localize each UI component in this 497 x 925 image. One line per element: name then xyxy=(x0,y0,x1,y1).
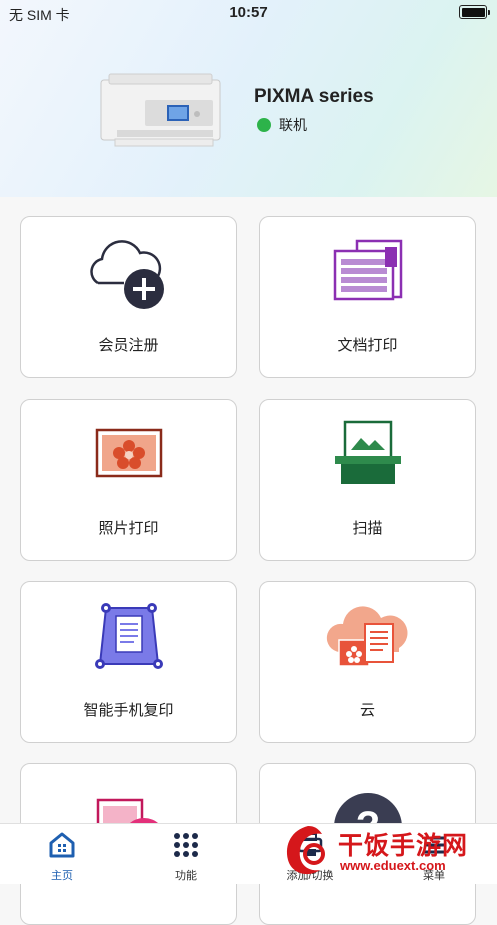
clock: 10:57 xyxy=(229,4,268,21)
cloud-add-icon xyxy=(90,240,164,309)
online-status-icon xyxy=(257,118,271,132)
scan-icon xyxy=(335,420,401,484)
document-print-icon xyxy=(333,239,403,301)
menu-card-cloud[interactable]: 云 xyxy=(259,581,476,743)
photo-print-icon xyxy=(95,428,163,478)
watermark-logo-icon xyxy=(286,826,325,875)
cloud-icon xyxy=(326,606,408,667)
printer-header: 无 SIM 卡 10:57 PIXMA series 联机 xyxy=(0,0,497,197)
menu-card-label: 云 xyxy=(359,702,375,719)
tab-functions[interactable]: 功能 xyxy=(124,824,248,884)
smartphone-copy-icon xyxy=(95,603,163,669)
menu-card-photo-print[interactable]: 照片打印 xyxy=(20,399,237,561)
home-icon xyxy=(49,832,75,858)
menu-card-member-register[interactable]: 会员注册 xyxy=(20,216,237,378)
watermark-url: www.eduext.com xyxy=(340,858,446,873)
tab-home[interactable]: 主页 xyxy=(0,824,124,884)
watermark-text: 干饭手游网 xyxy=(338,832,469,860)
menu-card-label: 会员注册 xyxy=(98,337,159,354)
menu-card-document-print[interactable]: 文档打印 xyxy=(259,216,476,378)
watermark: 干饭手游网 www.eduext.com xyxy=(278,818,497,883)
printer-status: 联机 xyxy=(257,115,307,135)
menu-card-label: 智能手机复印 xyxy=(83,702,174,719)
grid-icon xyxy=(174,833,198,857)
printer-status-label: 联机 xyxy=(279,117,307,133)
status-bar: 无 SIM 卡 10:57 xyxy=(0,0,497,26)
battery-icon xyxy=(459,5,490,19)
printer-name[interactable]: PIXMA series xyxy=(254,86,374,108)
menu-card-label: 照片打印 xyxy=(98,520,159,537)
tab-label: 功能 xyxy=(175,870,197,882)
menu-card-scan[interactable]: 扫描 xyxy=(259,399,476,561)
tab-label: 主页 xyxy=(51,870,73,882)
menu-card-label: 扫描 xyxy=(352,520,383,537)
menu-card-label: 文档打印 xyxy=(337,337,398,354)
menu-card-smartphone-copy[interactable]: 智能手机复印 xyxy=(20,581,237,743)
printer-image[interactable] xyxy=(97,70,224,150)
